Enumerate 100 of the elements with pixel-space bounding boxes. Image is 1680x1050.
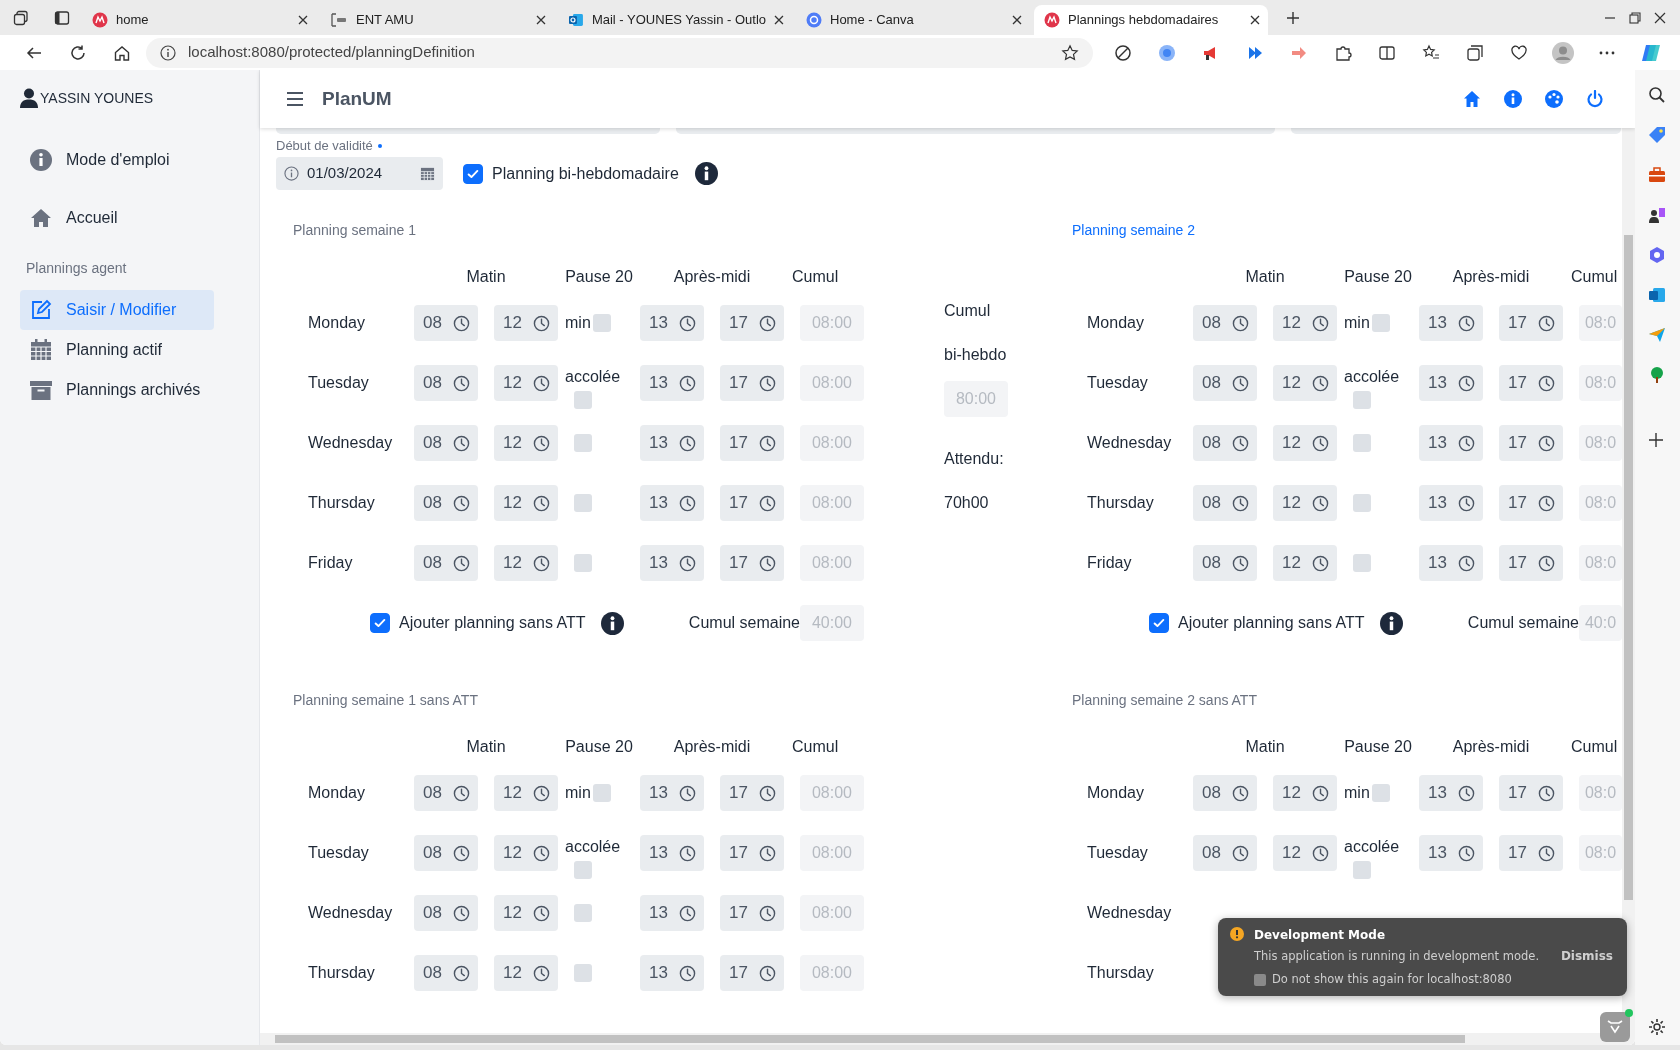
time-field[interactable]: 12 — [1273, 425, 1337, 461]
checkbox[interactable] — [1353, 861, 1371, 879]
power-icon[interactable] — [1585, 90, 1604, 108]
time-field[interactable]: 08 — [414, 775, 478, 811]
time-field[interactable]: 12 — [1273, 835, 1337, 871]
time-field[interactable]: 08 — [414, 305, 478, 341]
time-field[interactable]: 12 — [1273, 365, 1337, 401]
time-field[interactable]: 08 — [1193, 545, 1257, 581]
time-field[interactable]: 17 — [720, 895, 784, 931]
checkbox[interactable] — [463, 163, 483, 184]
time-field[interactable]: 17 — [1499, 545, 1563, 581]
checkbox[interactable] — [1371, 314, 1390, 332]
mail-icon[interactable] — [1648, 286, 1666, 304]
tree-icon[interactable] — [1648, 366, 1666, 384]
time-field[interactable]: 12 — [1273, 545, 1337, 581]
favorites-icon[interactable] — [1422, 43, 1440, 62]
palette-icon[interactable] — [1544, 90, 1563, 108]
split-screen-icon[interactable] — [1378, 43, 1396, 62]
time-field[interactable]: 08 — [1193, 365, 1257, 401]
avatar-icon[interactable] — [1552, 41, 1574, 64]
scrollbar[interactable] — [260, 1033, 1635, 1045]
time-field[interactable]: 13 — [640, 835, 704, 871]
time-field[interactable]: 17 — [720, 545, 784, 581]
time-field[interactable]: 12 — [494, 365, 558, 401]
time-field[interactable]: 13 — [640, 305, 704, 341]
checkbox[interactable] — [1353, 494, 1371, 512]
time-field[interactable]: 13 — [1419, 305, 1483, 341]
time-field[interactable]: 17 — [1499, 485, 1563, 521]
time-field[interactable]: 12 — [494, 775, 558, 811]
menu-icon[interactable] — [286, 91, 304, 107]
puzzle-icon[interactable] — [1334, 43, 1352, 62]
checkbox[interactable] — [574, 861, 592, 879]
chess-icon[interactable] — [1648, 206, 1666, 224]
time-field[interactable]: 13 — [640, 485, 704, 521]
search-icon[interactable] — [1648, 86, 1666, 104]
time-field[interactable]: 08 — [414, 955, 478, 991]
time-field[interactable]: 17 — [1499, 775, 1563, 811]
toolbox-icon[interactable] — [1648, 166, 1666, 184]
nav-link[interactable]: Saisir / Modifier — [20, 290, 214, 330]
checkbox[interactable] — [592, 784, 611, 802]
nav-link[interactable]: Mode d'emploi — [20, 131, 214, 189]
time-field[interactable]: 17 — [720, 775, 784, 811]
time-field[interactable]: 17 — [720, 955, 784, 991]
time-field[interactable]: 17 — [720, 365, 784, 401]
time-field[interactable]: 13 — [1419, 835, 1483, 871]
time-field[interactable]: 17 — [720, 485, 784, 521]
time-field[interactable]: 08 — [414, 485, 478, 521]
time-field[interactable]: 13 — [1419, 545, 1483, 581]
time-field[interactable]: 17 — [720, 835, 784, 871]
settings-icon[interactable] — [1648, 1018, 1666, 1036]
time-field[interactable]: 17 — [1499, 425, 1563, 461]
time-field[interactable]: 13 — [1419, 365, 1483, 401]
checkbox[interactable] — [1371, 784, 1390, 802]
plus-icon[interactable] — [1648, 432, 1664, 448]
time-field[interactable]: 12 — [494, 955, 558, 991]
time-field[interactable]: 12 — [494, 835, 558, 871]
time-field[interactable]: 17 — [720, 425, 784, 461]
browser-tab[interactable]: Home - Canva — [796, 5, 1030, 35]
time-field[interactable]: 17 — [1499, 835, 1563, 871]
checkbox[interactable] — [1353, 434, 1371, 452]
time-field[interactable]: 12 — [1273, 485, 1337, 521]
time-field[interactable]: 13 — [640, 365, 704, 401]
time-field[interactable]: 08 — [414, 835, 478, 871]
checkbox[interactable] — [1353, 391, 1371, 409]
time-field[interactable]: 12 — [1273, 775, 1337, 811]
time-field[interactable]: 12 — [494, 895, 558, 931]
time-field[interactable]: 13 — [640, 775, 704, 811]
time-field[interactable]: 12 — [1273, 305, 1337, 341]
checkbox[interactable] — [574, 964, 592, 982]
scrollbar[interactable] — [1622, 128, 1635, 1033]
heart-icon[interactable] — [1510, 43, 1528, 62]
date-field[interactable]: 01/03/2024 — [276, 157, 443, 190]
time-field[interactable]: 13 — [1419, 775, 1483, 811]
time-field[interactable]: 13 — [640, 895, 704, 931]
time-field[interactable]: 17 — [1499, 365, 1563, 401]
time-field[interactable]: 08 — [414, 425, 478, 461]
nav-link[interactable]: Planning actif — [20, 330, 214, 370]
reload-icon[interactable] — [69, 43, 87, 62]
time-field[interactable]: 12 — [494, 485, 558, 521]
checkbox[interactable] — [370, 613, 390, 633]
checkbox[interactable] — [1254, 973, 1266, 986]
time-field[interactable]: 13 — [640, 425, 704, 461]
time-field[interactable]: 08 — [414, 365, 478, 401]
time-field[interactable]: 08 — [1193, 485, 1257, 521]
time-field[interactable]: 13 — [640, 955, 704, 991]
time-field[interactable]: 13 — [1419, 425, 1483, 461]
hexagon-icon[interactable] — [1648, 246, 1666, 264]
send-icon[interactable] — [1648, 326, 1666, 344]
checkbox[interactable] — [574, 904, 592, 922]
checkbox[interactable] — [574, 494, 592, 512]
checkbox[interactable] — [574, 391, 592, 409]
time-field[interactable]: 17 — [720, 305, 784, 341]
browser-tab[interactable]: Plannings hebdomadaires — [1034, 5, 1268, 35]
browser-tab[interactable]: home — [82, 5, 316, 35]
time-field[interactable]: 08 — [1193, 305, 1257, 341]
circle-icon[interactable] — [1158, 43, 1176, 62]
collections-icon[interactable] — [1466, 43, 1484, 62]
checkbox[interactable] — [1149, 613, 1169, 633]
time-field[interactable]: 17 — [1499, 305, 1563, 341]
time-field[interactable]: 12 — [494, 305, 558, 341]
